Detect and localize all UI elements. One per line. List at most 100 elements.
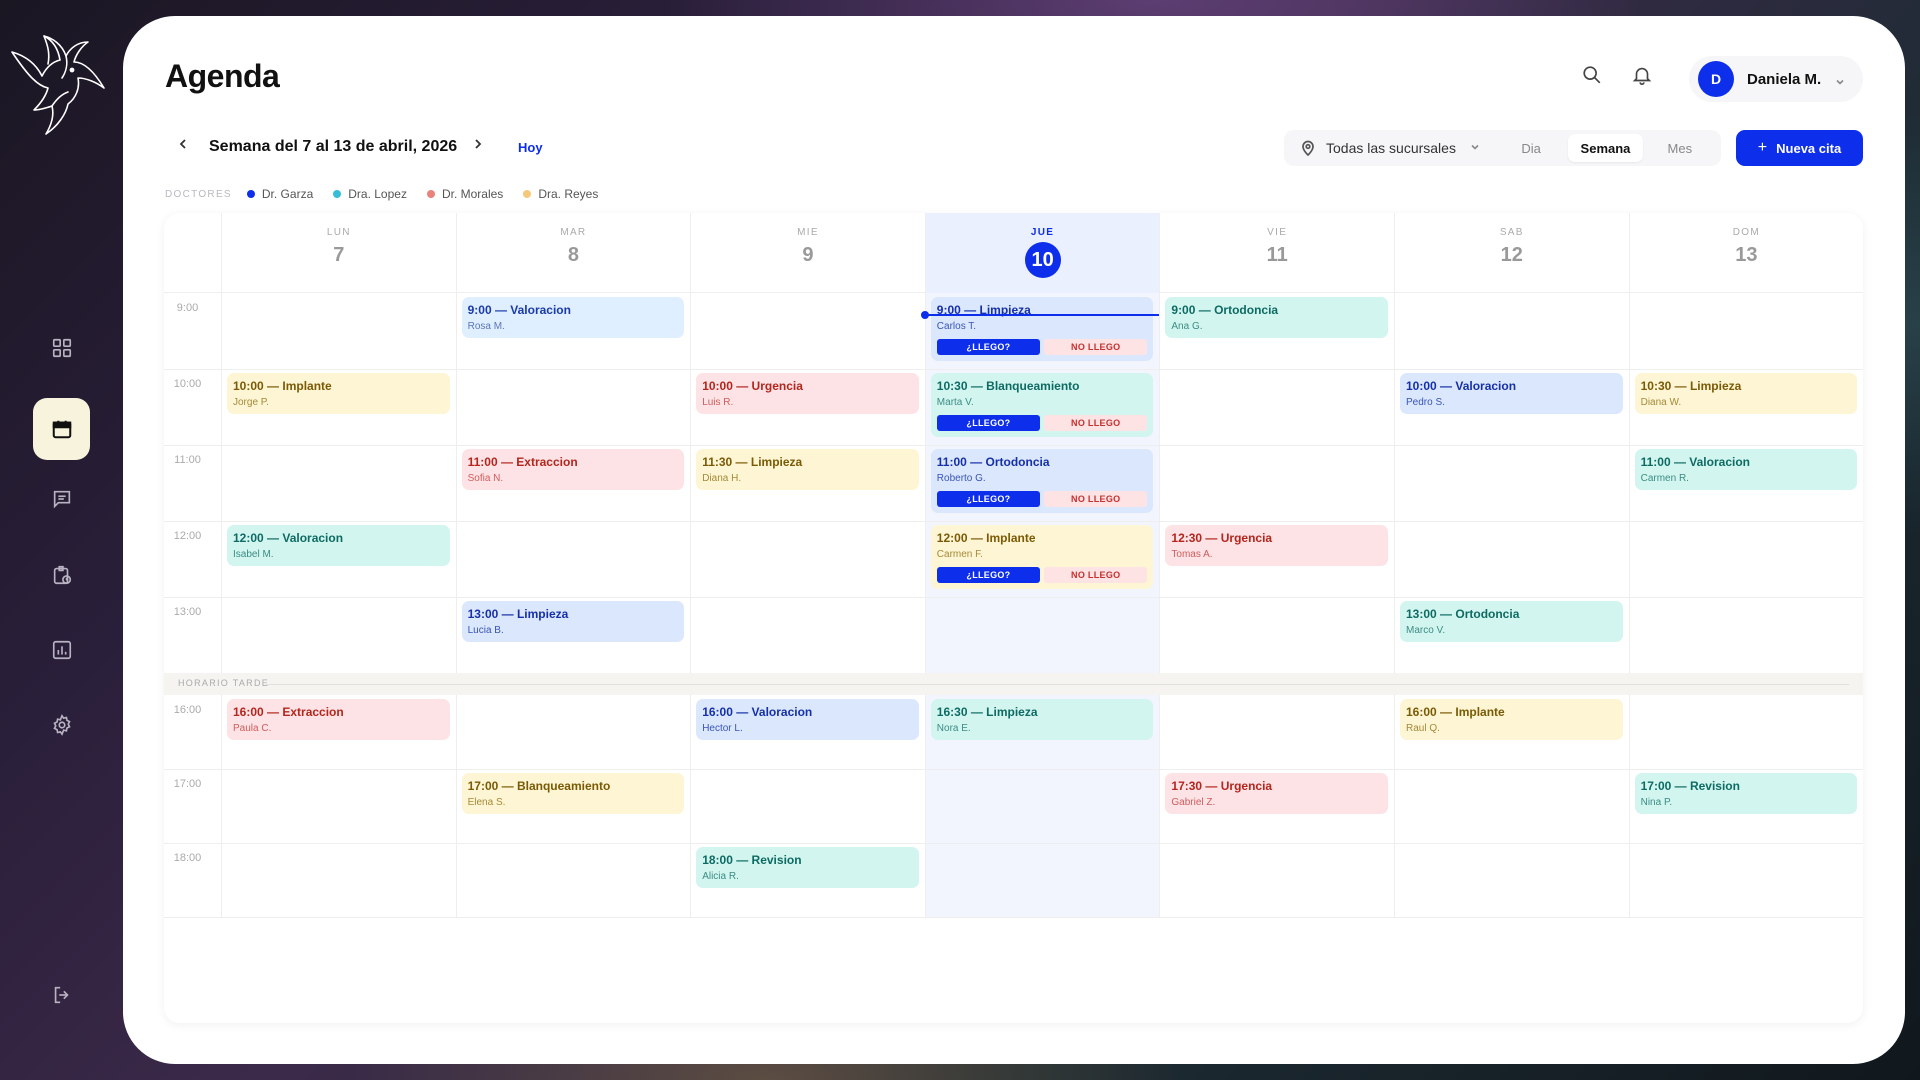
appointment-title: 17:00 — Blanqueamiento xyxy=(467,779,611,793)
message-icon xyxy=(53,490,70,509)
branch-select[interactable]: Todas las sucursales xyxy=(1284,130,1514,166)
chevron-right-icon xyxy=(475,139,482,149)
appointment-card[interactable]: 10:30 — Blanqueamiento Marta V. ¿LLEGO? NO … xyxy=(930,373,1154,437)
chevron-left-icon xyxy=(179,139,186,149)
no-show-button[interactable]: NO LLEGO xyxy=(1044,491,1148,507)
appointment-title: 12:00 — Valoracion xyxy=(233,531,344,545)
appointment-card[interactable]: 16:00 — Extraccion Paula C. xyxy=(227,699,450,740)
day-number: 8 xyxy=(567,244,579,266)
current-time-dot xyxy=(920,311,929,319)
appointment-card[interactable]: 9:00 — Valoracion Rosa M. xyxy=(461,297,685,338)
appointment-card[interactable]: 16:30 — Limpieza Nora E. xyxy=(930,699,1154,740)
appointment-card[interactable]: 11:00 — Valoracion Carmen R. xyxy=(1634,449,1858,490)
appointment-card[interactable]: 16:00 — Valoracion Hector L. xyxy=(696,699,919,740)
arrived-button[interactable]: ¿LLEGO? xyxy=(936,491,1041,507)
hour-label: 11:00 xyxy=(174,454,201,466)
appointment-card[interactable]: 11:00 — Ortodoncia Roberto G. ¿LLEGO? NO LL… xyxy=(930,449,1154,513)
view-toggle: Dia Semana Mes xyxy=(1490,130,1721,166)
nav-dashboard[interactable] xyxy=(33,317,90,379)
appointment-patient: Nina P. xyxy=(1640,797,1673,808)
appointment-patient: Gabriel Z. xyxy=(1171,797,1216,808)
plus-icon: + xyxy=(1757,139,1768,156)
appointment-card[interactable]: 11:30 — Limpieza Diana H. xyxy=(696,449,919,490)
appointment-card[interactable]: 11:00 — Extraccion Sofia N. xyxy=(461,449,685,490)
appointment-patient: Ana G. xyxy=(1171,321,1203,332)
view-day-button[interactable]: Dia xyxy=(1494,134,1568,162)
current-time-line xyxy=(924,314,1160,316)
appointment-title: 16:00 — Extraccion xyxy=(233,705,344,719)
appointment-patient: Roberto G. xyxy=(936,473,986,484)
nav-settings[interactable] xyxy=(33,694,90,756)
prev-week-button[interactable] xyxy=(175,134,191,154)
nav-reports[interactable] xyxy=(33,619,90,681)
appointment-patient: Alicia R. xyxy=(702,871,739,882)
search-icon xyxy=(1583,66,1601,84)
hummingbird-logo-icon xyxy=(8,34,108,140)
day-header-dom[interactable]: DOM 13 xyxy=(1628,213,1863,293)
appointment-card[interactable]: 9:00 — Ortodoncia Ana G. xyxy=(1165,297,1388,338)
appointment-card[interactable]: 13:00 — Limpieza Lucia B. xyxy=(461,601,685,642)
day-header-mar[interactable]: MAR 8 xyxy=(455,213,691,293)
nav-messages[interactable] xyxy=(33,468,90,530)
arrived-button[interactable]: ¿LLEGO? xyxy=(936,339,1041,355)
appointment-patient: Luis R. xyxy=(702,397,734,408)
nav-logout[interactable] xyxy=(33,964,90,1026)
legend-item: Dr. Morales xyxy=(426,187,503,201)
appointment-actions: ¿LLEGO? NO LLEGO xyxy=(936,567,1148,583)
appointment-card[interactable]: 17:00 — Revision Nina P. xyxy=(1634,773,1858,814)
notifications-button[interactable] xyxy=(1631,64,1655,88)
afternoon-rule xyxy=(266,684,1849,685)
appointment-card[interactable]: 12:00 — Implante Carmen F. ¿LLEGO? NO LLEGO xyxy=(930,525,1154,589)
grid-icon xyxy=(52,338,71,358)
bell-icon xyxy=(1632,67,1652,85)
appointment-card[interactable]: 12:00 — Valoracion Isabel M. xyxy=(227,525,450,566)
appointment-card[interactable]: 9:00 — Limpieza Carlos T. ¿LLEGO? NO LLEGO xyxy=(930,297,1154,361)
appointment-patient: Isabel M. xyxy=(233,549,274,560)
appointment-card[interactable]: 12:30 — Urgencia Tomas A. xyxy=(1165,525,1388,566)
appointment-patient: Pedro S. xyxy=(1406,397,1445,408)
no-show-button[interactable]: NO LLEGO xyxy=(1044,567,1148,583)
hour-divider xyxy=(164,369,1863,370)
day-name: JUE xyxy=(1030,227,1055,238)
appointment-title: 10:00 — Implante xyxy=(233,379,332,393)
next-week-button[interactable] xyxy=(470,134,486,154)
appointment-card[interactable]: 10:00 — Implante Jorge P. xyxy=(227,373,450,414)
appointment-title: 18:00 — Revision xyxy=(702,853,802,867)
appointment-card[interactable]: 16:00 — Implante Raul Q. xyxy=(1400,699,1623,740)
appointment-card[interactable]: 17:00 — Blanqueamiento Elena S. xyxy=(461,773,685,814)
nav-calendar[interactable] xyxy=(33,398,90,460)
day-header-vie[interactable]: VIE 11 xyxy=(1159,213,1394,293)
day-header-jue[interactable]: JUE 10 xyxy=(924,213,1160,293)
nav-clipboard[interactable] xyxy=(33,544,90,606)
no-show-button[interactable]: NO LLEGO xyxy=(1044,339,1148,355)
appointment-card[interactable]: 17:30 — Urgencia Gabriel Z. xyxy=(1165,773,1388,814)
today-button[interactable]: Hoy xyxy=(518,140,543,155)
day-number: 9 xyxy=(802,244,814,266)
appointment-title: 9:00 — Valoracion xyxy=(467,303,571,317)
grid-bottom-line xyxy=(164,917,1863,918)
day-name: SAB xyxy=(1499,227,1524,238)
search-button[interactable] xyxy=(1581,64,1605,88)
appointment-title: 9:00 — Ortodoncia xyxy=(1171,303,1279,317)
hour-label: 9:00 xyxy=(176,302,199,314)
chart-icon xyxy=(52,640,71,660)
appointment-card[interactable]: 10:00 — Valoracion Pedro S. xyxy=(1400,373,1623,414)
day-name: LUN xyxy=(326,227,351,238)
legend-item: Dra. Reyes xyxy=(523,187,598,201)
arrived-button[interactable]: ¿LLEGO? xyxy=(936,415,1041,431)
appointment-card[interactable]: 10:30 — Limpieza Diana W. xyxy=(1634,373,1858,414)
page-title: Agenda xyxy=(165,58,280,94)
appointment-card[interactable]: 18:00 — Revision Alicia R. xyxy=(696,847,919,888)
day-header-sab[interactable]: SAB 12 xyxy=(1394,213,1629,293)
view-week-button[interactable]: Semana xyxy=(1568,134,1643,162)
appointment-title: 10:30 — Blanqueamiento xyxy=(936,379,1080,393)
day-header-mie[interactable]: MIE 9 xyxy=(690,213,925,293)
no-show-button[interactable]: NO LLEGO xyxy=(1044,415,1148,431)
user-menu[interactable]: D Daniela M. xyxy=(1689,56,1863,102)
new-appointment-button[interactable]: + Nueva cita xyxy=(1736,130,1863,166)
appointment-card[interactable]: 10:00 — Urgencia Luis R. xyxy=(696,373,919,414)
view-month-button[interactable]: Mes xyxy=(1643,134,1717,162)
arrived-button[interactable]: ¿LLEGO? xyxy=(936,567,1041,583)
day-header-lun[interactable]: LUN 7 xyxy=(221,213,456,293)
appointment-card[interactable]: 13:00 — Ortodoncia Marco V. xyxy=(1400,601,1623,642)
